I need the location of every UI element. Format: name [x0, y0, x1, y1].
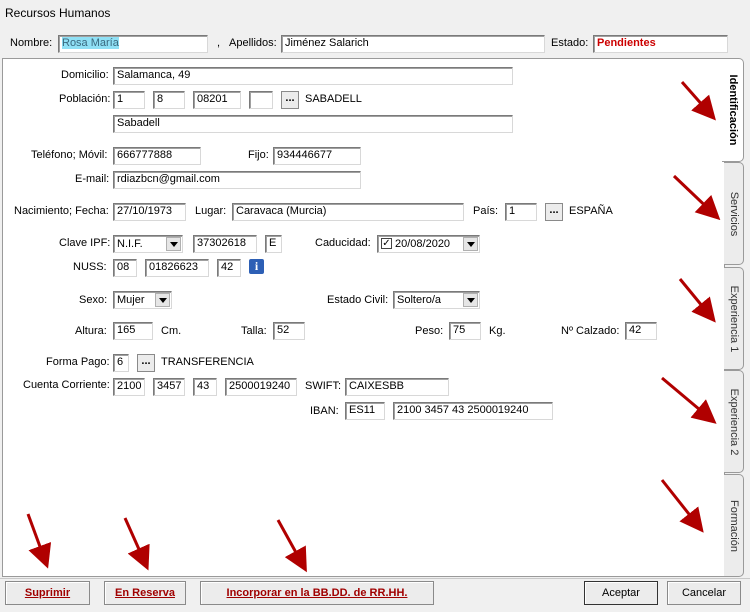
arrow-icon — [678, 278, 716, 323]
arrow-icon — [276, 519, 307, 573]
arrow-icon — [26, 513, 52, 569]
annotation-arrows — [26, 81, 721, 573]
arrow-icon — [672, 174, 721, 221]
arrow-icon — [661, 376, 717, 424]
arrow-icon — [680, 81, 716, 121]
arrow-icon — [660, 479, 704, 533]
arrow-icon — [123, 517, 150, 571]
